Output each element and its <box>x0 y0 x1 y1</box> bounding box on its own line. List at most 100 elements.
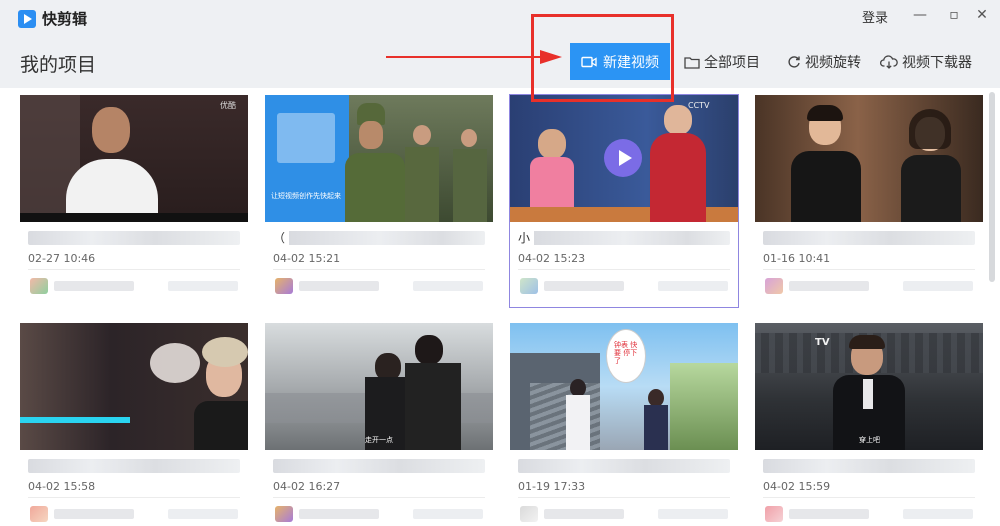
author-meta <box>413 509 483 519</box>
app-logo-icon <box>18 9 36 28</box>
card-divider <box>763 497 975 498</box>
card-divider <box>518 269 730 270</box>
project-date: 04-02 15:58 <box>28 480 96 493</box>
project-card-selected[interactable]: CCTV 小 04-02 15:23 <box>509 94 739 308</box>
author-meta <box>168 509 238 519</box>
project-author <box>518 278 730 294</box>
page-title: 我的项目 <box>20 54 97 76</box>
project-thumbnail[interactable]: TV 穿上吧 <box>755 323 983 450</box>
author-meta <box>903 281 973 291</box>
author-name <box>299 281 379 291</box>
card-divider <box>28 269 240 270</box>
author-meta <box>658 509 728 519</box>
avatar <box>520 506 538 522</box>
rotate-icon <box>788 56 800 68</box>
avatar <box>30 506 48 522</box>
annotation-arrow <box>386 56 546 58</box>
all-projects-button[interactable]: 全部项目 <box>684 52 760 72</box>
project-name <box>518 459 730 473</box>
app-name: 快剪辑 <box>42 10 88 28</box>
avatar <box>520 278 538 294</box>
author-name <box>544 281 624 291</box>
project-author <box>763 506 975 522</box>
project-date: 02-27 10:46 <box>28 252 96 265</box>
card-divider <box>273 269 485 270</box>
project-card[interactable]: TV 穿上吧 04-02 15:59 <box>755 323 983 526</box>
thumbnail-badge: 优酷 <box>220 101 236 110</box>
rotate-video-label: 视频旋转 <box>805 55 861 71</box>
project-card[interactable]: 钟表 快要 停下 了 01-19 17:33 <box>510 323 738 526</box>
project-card[interactable]: 04-02 15:58 <box>20 323 248 526</box>
project-name <box>28 459 240 473</box>
video-download-label: 视频下载器 <box>902 55 972 71</box>
title-bar: 快剪辑 登录 — ▫ ✕ <box>0 0 1000 34</box>
project-name <box>28 231 240 245</box>
scrollbar[interactable] <box>989 92 995 282</box>
thumbnail-badge: CCTV <box>688 101 710 110</box>
avatar <box>765 506 783 522</box>
thumbnail-badge: TV <box>815 337 830 348</box>
project-thumbnail[interactable]: 钟表 快要 停下 了 <box>510 323 738 450</box>
card-divider <box>28 497 240 498</box>
cloud-download-icon <box>880 55 898 69</box>
author-name <box>789 281 869 291</box>
project-name: （ <box>273 231 485 245</box>
project-thumbnail[interactable] <box>20 323 248 450</box>
thumbnail-caption: 穿上吧 <box>859 436 880 444</box>
close-button[interactable]: ✕ <box>972 6 992 24</box>
project-date: 01-19 17:33 <box>518 480 586 493</box>
folder-icon <box>684 56 700 69</box>
project-date: 04-02 15:23 <box>518 252 586 265</box>
project-name <box>763 231 975 245</box>
card-divider <box>763 269 975 270</box>
project-author <box>28 506 240 522</box>
author-meta <box>658 281 728 291</box>
maximize-button[interactable]: ▫ <box>944 6 964 24</box>
project-author <box>273 506 485 522</box>
project-author <box>763 278 975 294</box>
author-meta <box>168 281 238 291</box>
play-icon[interactable] <box>604 139 642 177</box>
project-card[interactable]: 走开一点 04-02 16:27 <box>265 323 493 526</box>
author-meta <box>413 281 483 291</box>
project-date: 01-16 10:41 <box>763 252 831 265</box>
avatar <box>275 506 293 522</box>
project-name: 小 <box>518 231 730 245</box>
all-projects-label: 全部项目 <box>704 55 760 71</box>
annotation-arrow-head <box>540 50 562 64</box>
thumbnail-caption: 让短视频创作先快起来 <box>271 192 341 200</box>
project-card[interactable]: 01-16 10:41 <box>755 95 983 307</box>
avatar <box>765 278 783 294</box>
author-name <box>299 509 379 519</box>
author-name <box>54 281 134 291</box>
minimize-button[interactable]: — <box>910 6 930 24</box>
project-thumbnail[interactable]: CCTV <box>510 95 738 222</box>
app-logo: 快剪辑 <box>18 8 87 29</box>
project-date: 04-02 15:59 <box>763 480 831 493</box>
project-author <box>28 278 240 294</box>
project-thumbnail[interactable] <box>755 95 983 222</box>
project-name <box>273 459 485 473</box>
project-date: 04-02 15:21 <box>273 252 341 265</box>
author-name <box>544 509 624 519</box>
author-name <box>789 509 869 519</box>
project-name <box>763 459 975 473</box>
avatar <box>30 278 48 294</box>
project-author <box>273 278 485 294</box>
thumbnail-caption: 走开一点 <box>365 436 393 444</box>
author-meta <box>903 509 973 519</box>
project-thumbnail[interactable]: 优酷 <box>20 95 248 222</box>
project-card[interactable]: 优酷 02-27 10:46 <box>20 95 248 307</box>
card-divider <box>273 497 485 498</box>
video-download-button[interactable]: 视频下载器 <box>880 52 972 72</box>
avatar <box>275 278 293 294</box>
login-link[interactable]: 登录 <box>862 7 888 26</box>
author-name <box>54 509 134 519</box>
project-thumbnail[interactable]: 让短视频创作先快起来 <box>265 95 493 222</box>
thumbnail-caption: 钟表 快要 停下 了 <box>614 341 638 365</box>
project-card[interactable]: 让短视频创作先快起来 （ 04-02 15:21 <box>265 95 493 307</box>
card-divider <box>518 497 730 498</box>
project-author <box>518 506 730 522</box>
rotate-video-button[interactable]: 视频旋转 <box>787 52 861 72</box>
project-thumbnail[interactable]: 走开一点 <box>265 323 493 450</box>
